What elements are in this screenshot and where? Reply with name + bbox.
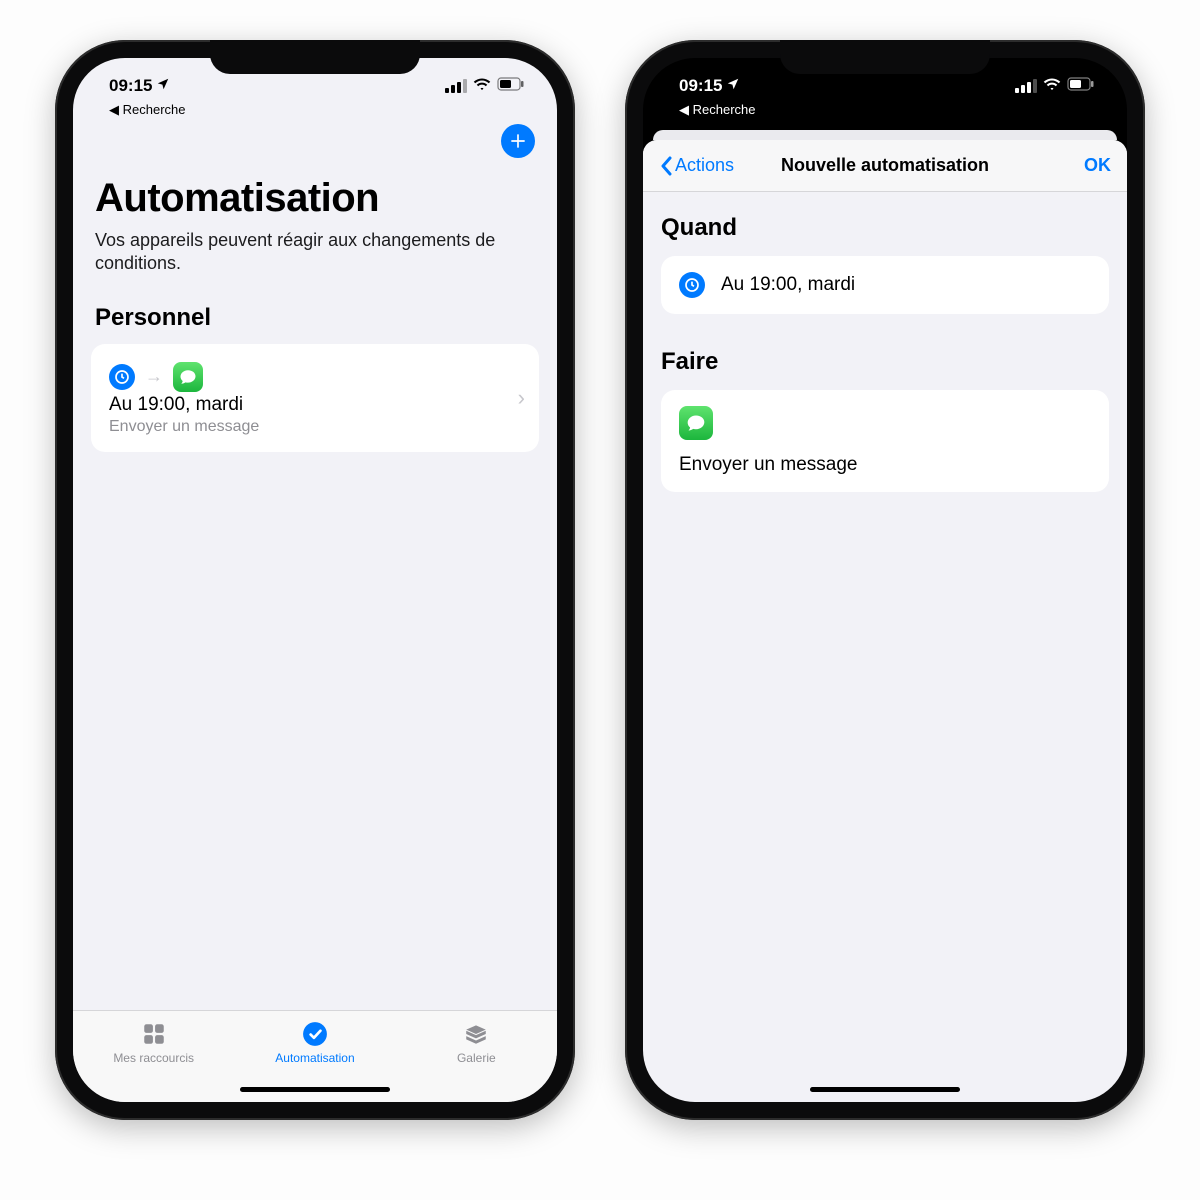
home-indicator[interactable] bbox=[240, 1087, 390, 1092]
clock-icon bbox=[679, 272, 705, 298]
tab-automation[interactable]: Automatisation bbox=[265, 1021, 365, 1065]
clock-icon bbox=[109, 364, 135, 390]
automation-item[interactable]: → Au 19:00, mardi Envoyer un message › bbox=[91, 344, 539, 452]
section-header-do: Faire bbox=[661, 348, 1109, 390]
section-header-personal: Personnel bbox=[73, 276, 557, 344]
screen-right: 09:15 ◀ Recherche Ac bbox=[643, 58, 1127, 1102]
modal-sheet: Actions Nouvelle automatisation OK Quand… bbox=[643, 140, 1127, 1102]
phone-left: 09:15 ◀ Recherche A bbox=[55, 40, 575, 1120]
phone-right: 09:15 ◀ Recherche Ac bbox=[625, 40, 1145, 1120]
signal-icon bbox=[445, 79, 467, 93]
tab-label: Automatisation bbox=[275, 1051, 354, 1065]
when-card[interactable]: Au 19:00, mardi bbox=[661, 256, 1109, 314]
nav-bar: Actions Nouvelle automatisation OK bbox=[643, 140, 1127, 192]
card-stack-behind bbox=[653, 130, 1117, 140]
home-indicator[interactable] bbox=[810, 1087, 960, 1092]
chevron-right-icon: › bbox=[518, 385, 525, 411]
back-to-app[interactable]: ◀ Recherche bbox=[73, 102, 557, 118]
back-label: Actions bbox=[675, 155, 734, 176]
nav-title: Nouvelle automatisation bbox=[781, 155, 989, 176]
messages-icon bbox=[679, 406, 713, 440]
notch bbox=[210, 40, 420, 74]
messages-icon bbox=[173, 362, 203, 392]
do-text: Envoyer un message bbox=[679, 454, 858, 476]
status-time: 09:15 bbox=[679, 76, 722, 96]
location-icon bbox=[156, 76, 170, 96]
grid-icon bbox=[139, 1021, 169, 1047]
automation-item-title: Au 19:00, mardi bbox=[109, 394, 521, 416]
tab-label: Mes raccourcis bbox=[113, 1051, 194, 1065]
status-time: 09:15 bbox=[109, 76, 152, 96]
back-to-app[interactable]: ◀ Recherche bbox=[643, 102, 1127, 118]
automation-circle-icon bbox=[300, 1021, 330, 1047]
back-button[interactable]: Actions bbox=[659, 155, 734, 176]
wifi-icon bbox=[473, 76, 491, 96]
signal-icon bbox=[1015, 79, 1037, 93]
automation-item-subtitle: Envoyer un message bbox=[109, 418, 521, 436]
battery-icon bbox=[1067, 76, 1095, 96]
page-title: Automatisation bbox=[73, 158, 557, 229]
when-text: Au 19:00, mardi bbox=[721, 274, 855, 296]
gallery-icon bbox=[461, 1021, 491, 1047]
tab-shortcuts[interactable]: Mes raccourcis bbox=[104, 1021, 204, 1065]
notch bbox=[780, 40, 990, 74]
tab-label: Galerie bbox=[457, 1051, 496, 1065]
do-card[interactable]: Envoyer un message bbox=[661, 390, 1109, 492]
arrow-icon: → bbox=[145, 366, 163, 387]
wifi-icon bbox=[1043, 76, 1061, 96]
done-button[interactable]: OK bbox=[1084, 155, 1111, 176]
add-automation-button[interactable] bbox=[501, 124, 535, 158]
tab-gallery[interactable]: Galerie bbox=[426, 1021, 526, 1065]
battery-icon bbox=[497, 76, 525, 96]
location-icon bbox=[726, 76, 740, 96]
screen-left: 09:15 ◀ Recherche A bbox=[73, 58, 557, 1102]
section-header-when: Quand bbox=[661, 214, 1109, 256]
page-subtitle: Vos appareils peuvent réagir aux changem… bbox=[73, 229, 557, 276]
